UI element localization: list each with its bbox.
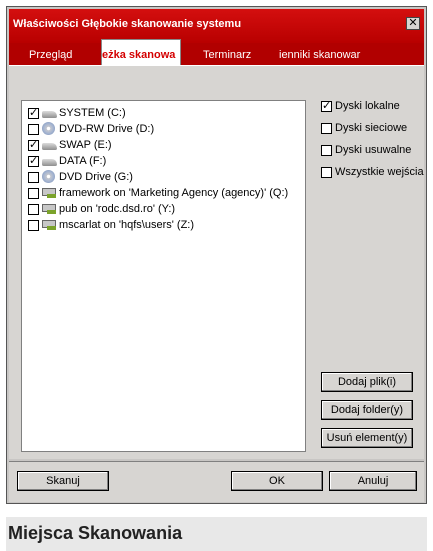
tab-scan-path[interactable]: eżka skanowa xyxy=(101,39,181,65)
network-drives-label: Dyski sieciowe xyxy=(335,122,408,134)
drive-row[interactable]: DVD-RW Drive (D:) xyxy=(28,121,154,137)
option-removable-drives[interactable]: Dyski usuwalne xyxy=(321,144,411,156)
caption-text: Miejsca Skanowania xyxy=(8,523,183,543)
properties-dialog: Właściwości Głębokie skanowanie systemu … xyxy=(6,6,427,504)
dialog-footer: Skanuj OK Anuluj xyxy=(9,461,424,502)
title-bar: Właściwości Głębokie skanowanie systemu … xyxy=(9,9,424,43)
remove-items-button[interactable]: Usuń element(y) xyxy=(321,428,413,448)
drive-row[interactable]: DVD Drive (G:) xyxy=(28,169,133,185)
all-inputs-checkbox[interactable] xyxy=(321,166,332,178)
local-drives-checkbox[interactable] xyxy=(321,99,332,112)
cancel-button[interactable]: Anuluj xyxy=(329,471,417,491)
cd-drive-icon xyxy=(42,170,57,183)
ok-button[interactable]: OK xyxy=(231,471,323,491)
drive-checkbox[interactable] xyxy=(28,123,39,135)
scan-button[interactable]: Skanuj xyxy=(17,471,109,491)
drive-checkbox[interactable] xyxy=(28,154,39,167)
drive-checkbox[interactable] xyxy=(28,203,39,215)
drive-checkbox[interactable] xyxy=(28,171,39,183)
removable-drives-label: Dyski usuwalne xyxy=(335,144,412,156)
close-icon: ✕ xyxy=(408,17,418,29)
option-network-drives[interactable]: Dyski sieciowe xyxy=(321,122,407,134)
all-inputs-label: Wszystkie wejścia xyxy=(335,166,424,178)
hdd-icon xyxy=(42,110,57,118)
drive-row[interactable]: pub on 'rodc.dsd.ro' (Y:) xyxy=(28,201,175,217)
cd-drive-icon xyxy=(42,122,57,135)
drive-label: DVD-RW Drive (D:) xyxy=(59,123,155,135)
drive-checkbox[interactable] xyxy=(28,219,39,231)
network-drive-icon xyxy=(42,204,57,214)
drive-label: DATA (F:) xyxy=(59,155,107,167)
tab-strip: Przegląd eżka skanowa Terminarz ienniki … xyxy=(9,39,424,65)
drive-checkbox[interactable] xyxy=(28,187,39,199)
drive-label: mscarlat on 'hqfs\users' (Z:) xyxy=(59,219,195,231)
drive-label: SYSTEM (C:) xyxy=(59,107,126,119)
drive-checkbox[interactable] xyxy=(28,138,39,151)
tab-scan-logs[interactable]: ienniki skanowar xyxy=(279,43,399,65)
removable-drives-checkbox[interactable] xyxy=(321,144,332,156)
drive-row[interactable]: SWAP (E:) xyxy=(28,137,112,153)
network-drive-icon xyxy=(42,220,57,230)
drive-list[interactable]: SYSTEM (C:) DVD-RW Drive (D:) SWAP (E:) DAT… xyxy=(21,100,306,452)
drive-label: framework on 'Marketing Agency (agency)'… xyxy=(59,187,289,199)
drive-label: SWAP (E:) xyxy=(59,139,112,151)
hdd-icon xyxy=(42,142,57,150)
local-drives-label: Dyski lokalne xyxy=(335,100,400,112)
option-local-drives[interactable]: Dyski lokalne xyxy=(321,99,400,112)
drive-label: pub on 'rodc.dsd.ro' (Y:) xyxy=(59,203,176,215)
caption-bar: Miejsca Skanowania xyxy=(6,517,427,551)
tab-scan-path-label: eżka skanowa xyxy=(102,49,176,61)
drive-row[interactable]: framework on 'Marketing Agency (agency)'… xyxy=(28,185,288,201)
drive-row[interactable]: mscarlat on 'hqfs\users' (Z:) xyxy=(28,217,194,233)
drive-label: DVD Drive (G:) xyxy=(59,171,133,183)
window-title: Właściwości Głębokie skanowanie systemu xyxy=(13,18,242,30)
close-button[interactable]: ✕ xyxy=(406,17,420,30)
tab-overview[interactable]: Przegląd xyxy=(29,43,89,65)
add-files-button[interactable]: Dodaj plik(i) xyxy=(321,372,413,392)
drive-row[interactable]: SYSTEM (C:) xyxy=(28,105,126,121)
add-folders-button[interactable]: Dodaj folder(y) xyxy=(321,400,413,420)
drive-checkbox[interactable] xyxy=(28,106,39,119)
hdd-icon xyxy=(42,158,57,166)
network-drives-checkbox[interactable] xyxy=(321,122,332,134)
network-drive-icon xyxy=(42,188,57,198)
tab-schedule[interactable]: Terminarz xyxy=(203,43,263,65)
option-all-inputs[interactable]: Wszystkie wejścia xyxy=(321,166,424,178)
drive-row[interactable]: DATA (F:) xyxy=(28,153,106,169)
scan-path-panel: SYSTEM (C:) DVD-RW Drive (D:) SWAP (E:) DAT… xyxy=(9,65,424,459)
